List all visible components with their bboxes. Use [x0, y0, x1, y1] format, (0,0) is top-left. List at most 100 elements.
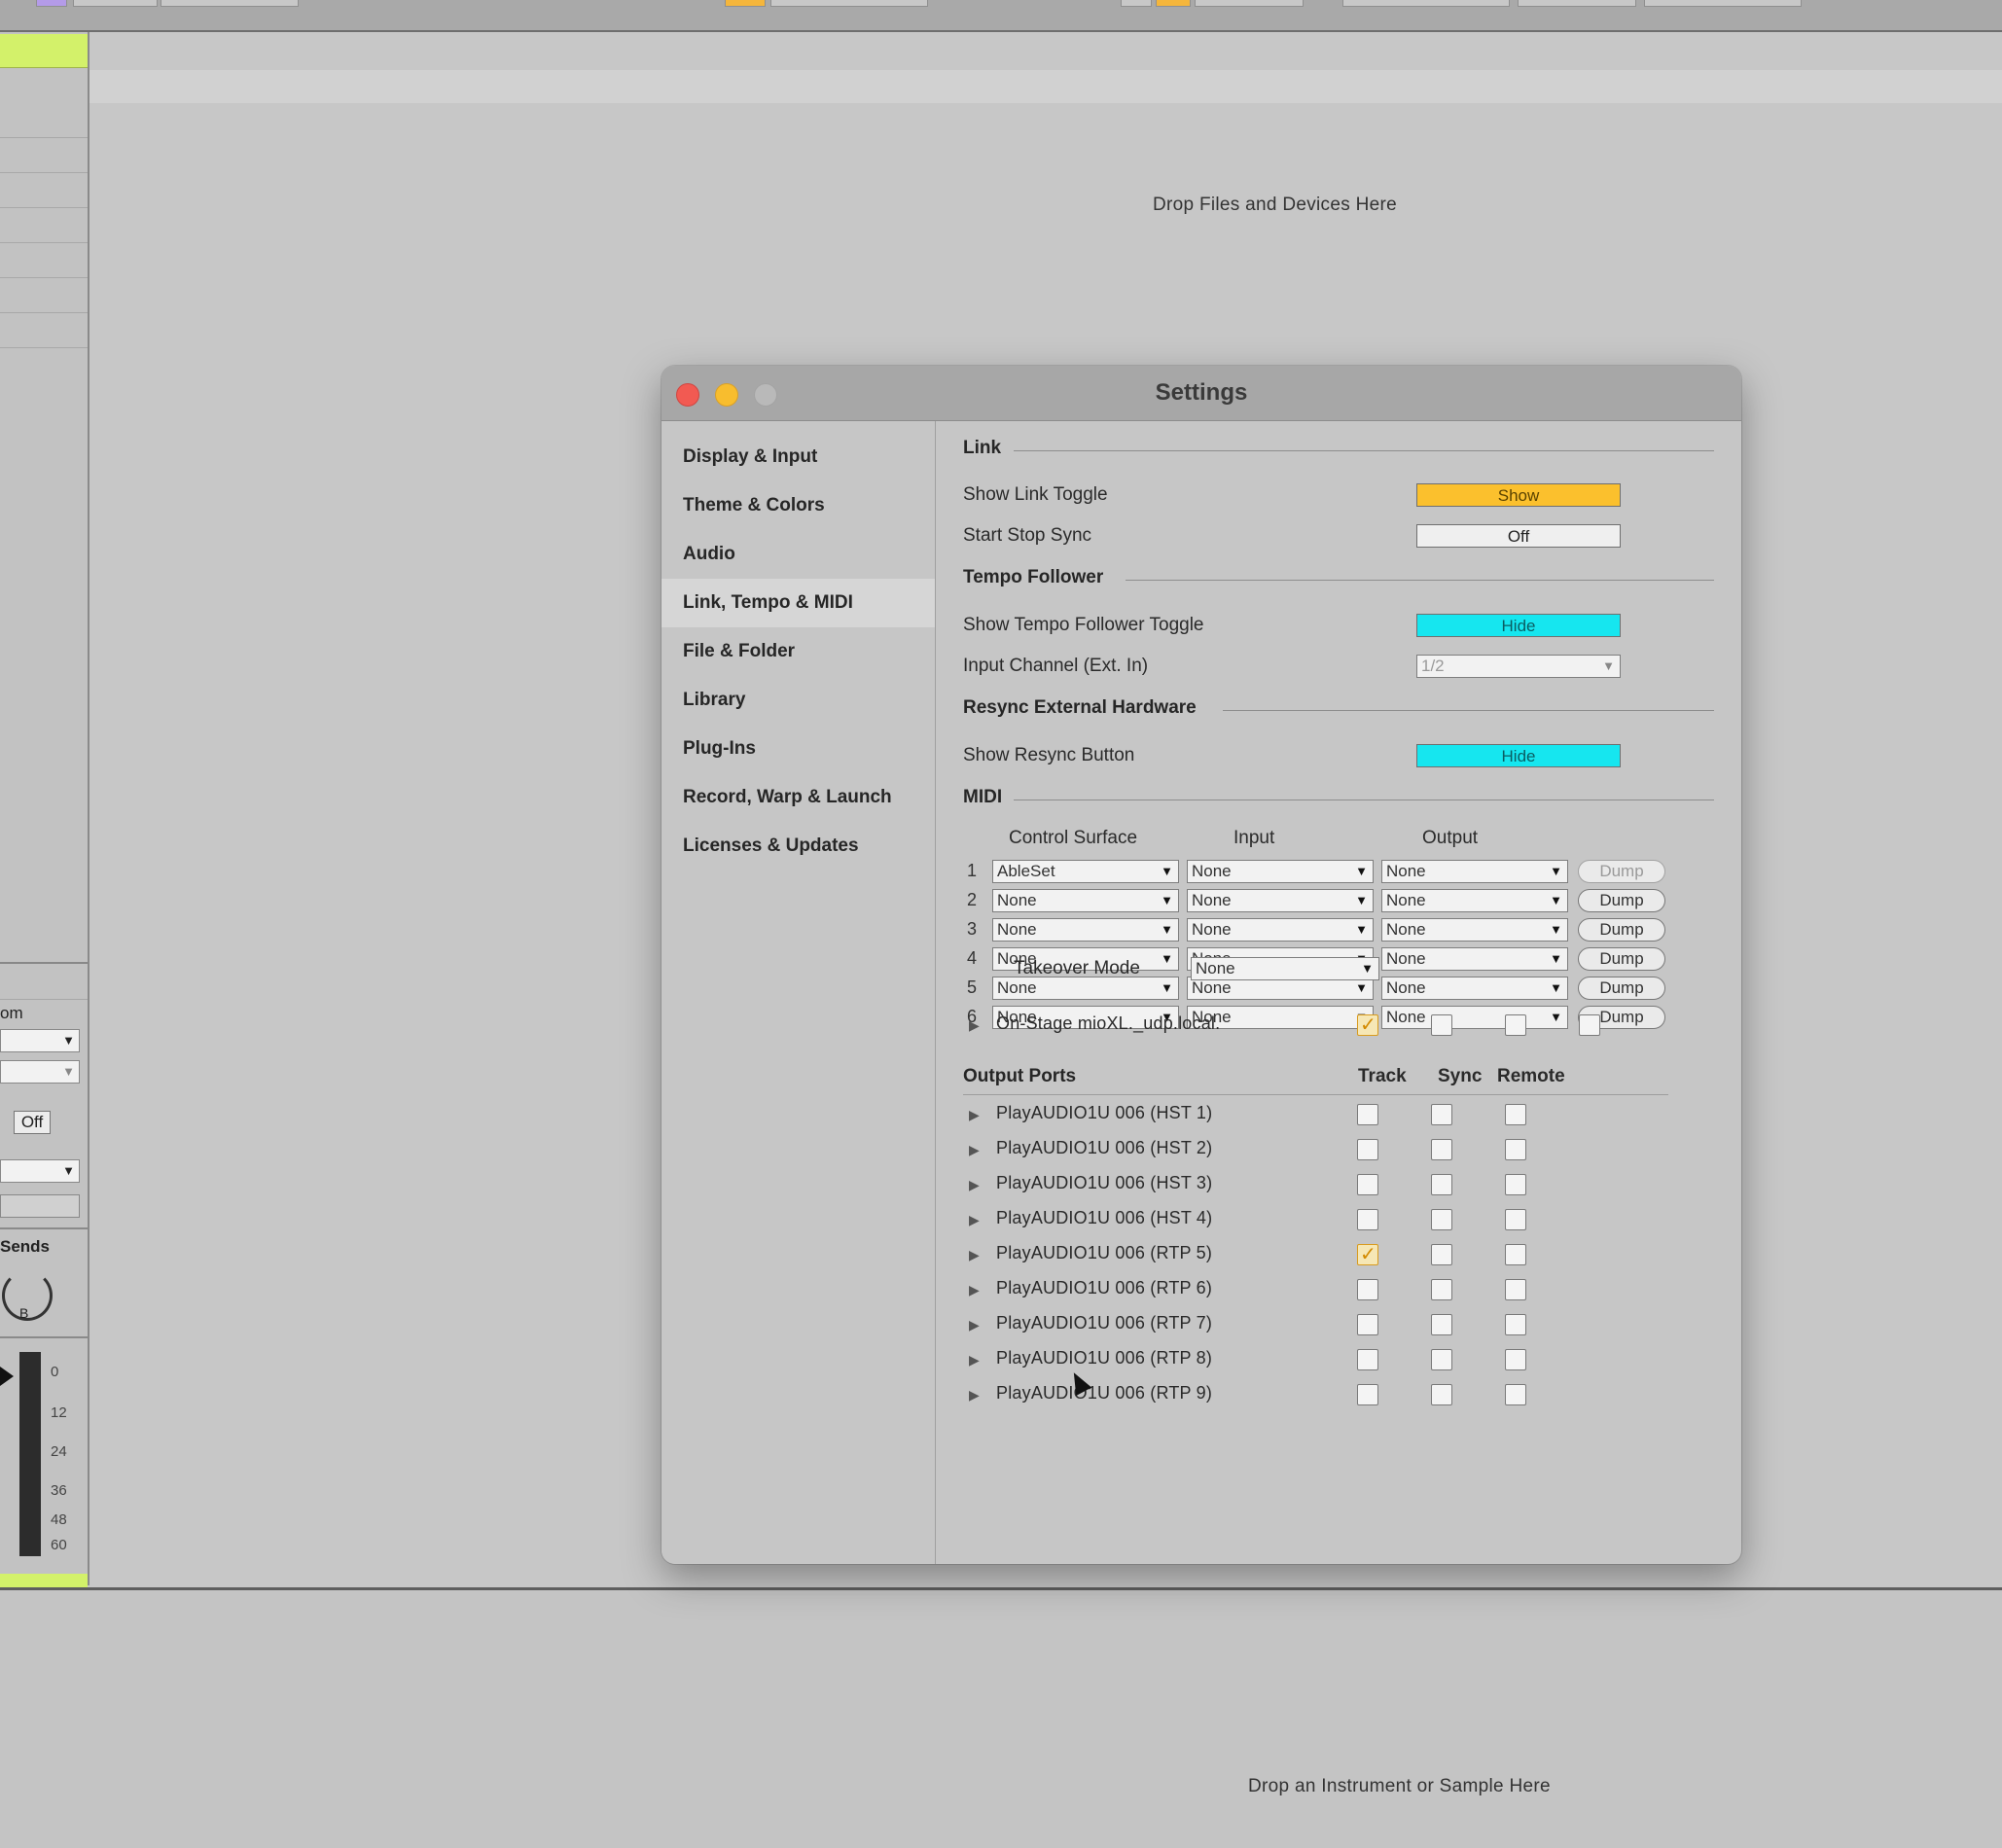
- output-port-sync-checkbox[interactable]: [1431, 1174, 1452, 1195]
- output-port-sync-checkbox[interactable]: [1431, 1279, 1452, 1300]
- expand-triangle-icon[interactable]: ▶: [969, 1387, 980, 1404]
- dump-button[interactable]: Dump: [1578, 889, 1665, 912]
- sidebar-item-record-warp-launch[interactable]: Record, Warp & Launch: [661, 773, 935, 822]
- output-port-track-checkbox[interactable]: [1357, 1209, 1378, 1230]
- expand-triangle-icon[interactable]: ▶: [969, 1107, 980, 1123]
- dump-button[interactable]: Dump: [1578, 977, 1665, 1000]
- track-row[interactable]: [0, 172, 88, 208]
- input-device-checkbox[interactable]: [1431, 1014, 1452, 1036]
- sidebar-item-link-tempo-midi[interactable]: Link, Tempo & MIDI: [661, 579, 935, 627]
- midi-output-select[interactable]: None ▼: [1381, 1006, 1568, 1029]
- dialog-titlebar[interactable]: Settings: [661, 366, 1741, 421]
- midi-control-surface-select[interactable]: None ▼: [992, 889, 1179, 912]
- level-meter[interactable]: [19, 1352, 41, 1556]
- track-row[interactable]: [0, 207, 88, 243]
- output-port-remote-checkbox[interactable]: [1505, 1244, 1526, 1265]
- track-row[interactable]: [0, 102, 88, 138]
- midi-output-select[interactable]: None ▼: [1381, 947, 1568, 971]
- mixer-dropdown[interactable]: ▼: [0, 1029, 80, 1052]
- output-port-sync-checkbox[interactable]: [1431, 1384, 1452, 1405]
- track-row[interactable]: [0, 962, 88, 1000]
- track-row[interactable]: [0, 137, 88, 173]
- dump-button[interactable]: Dump: [1578, 947, 1665, 971]
- top-bar-segment[interactable]: [1195, 0, 1304, 7]
- mixer-dropdown[interactable]: ▼: [0, 1159, 80, 1183]
- sidebar-item-theme-colors[interactable]: Theme & Colors: [661, 481, 935, 530]
- expand-triangle-icon[interactable]: ▶: [969, 1142, 980, 1158]
- output-port-track-checkbox[interactable]: [1357, 1279, 1378, 1300]
- output-port-remote-checkbox[interactable]: [1505, 1349, 1526, 1370]
- track-row[interactable]: [0, 312, 88, 348]
- mixer-dropdown[interactable]: ▼: [0, 1060, 80, 1084]
- midi-control-surface-select[interactable]: None ▼: [992, 977, 1179, 1000]
- output-port-track-checkbox[interactable]: [1357, 1349, 1378, 1370]
- sidebar-item-file-folder[interactable]: File & Folder: [661, 627, 935, 676]
- expand-triangle-icon[interactable]: ▶: [969, 1282, 980, 1298]
- top-bar-segment[interactable]: [770, 0, 928, 7]
- sidebar-item-library[interactable]: Library: [661, 676, 935, 725]
- output-port-sync-checkbox[interactable]: [1431, 1104, 1452, 1125]
- midi-output-select[interactable]: None ▼: [1381, 977, 1568, 1000]
- output-port-sync-checkbox[interactable]: [1431, 1349, 1452, 1370]
- top-bar-segment[interactable]: [73, 0, 158, 7]
- output-port-sync-checkbox[interactable]: [1431, 1314, 1452, 1335]
- output-port-remote-checkbox[interactable]: [1505, 1384, 1526, 1405]
- start-stop-sync-button[interactable]: Off: [1416, 524, 1621, 548]
- mixer-field[interactable]: [0, 1194, 80, 1218]
- sidebar-item-audio[interactable]: Audio: [661, 530, 935, 579]
- mixer-off-button[interactable]: Off: [14, 1111, 51, 1134]
- top-bar-segment[interactable]: [1644, 0, 1802, 7]
- output-port-track-checkbox[interactable]: [1357, 1174, 1378, 1195]
- show-link-toggle-button[interactable]: Show: [1416, 483, 1621, 507]
- midi-output-select[interactable]: None ▼: [1381, 889, 1568, 912]
- top-bar-segment[interactable]: [1156, 0, 1191, 7]
- track-row[interactable]: [0, 277, 88, 313]
- track-row[interactable]: [0, 242, 88, 278]
- output-port-track-checkbox[interactable]: [1357, 1242, 1378, 1266]
- show-tempo-follower-button[interactable]: Hide: [1416, 614, 1621, 637]
- midi-input-select[interactable]: None ▼: [1187, 889, 1374, 912]
- top-bar-segment[interactable]: [161, 0, 299, 7]
- sidebar-item-plug-ins[interactable]: Plug-Ins: [661, 725, 935, 773]
- output-port-track-checkbox[interactable]: [1357, 1314, 1378, 1335]
- dump-button[interactable]: Dump: [1578, 918, 1665, 942]
- output-port-track-checkbox[interactable]: [1357, 1104, 1378, 1125]
- top-bar-segment[interactable]: [725, 0, 766, 7]
- output-port-remote-checkbox[interactable]: [1505, 1209, 1526, 1230]
- output-port-sync-checkbox[interactable]: [1431, 1139, 1452, 1160]
- midi-output-select[interactable]: None ▼: [1381, 860, 1568, 883]
- output-port-remote-checkbox[interactable]: [1505, 1314, 1526, 1335]
- top-bar-segment[interactable]: [36, 0, 67, 7]
- expand-triangle-icon[interactable]: ▶: [969, 1247, 980, 1263]
- output-port-track-checkbox[interactable]: [1357, 1139, 1378, 1160]
- output-port-remote-checkbox[interactable]: [1505, 1104, 1526, 1125]
- clip-slot-green[interactable]: [0, 34, 88, 68]
- expand-triangle-icon[interactable]: ▶: [969, 1317, 980, 1333]
- clip-slot-green-bottom[interactable]: [0, 1574, 88, 1587]
- sidebar-item-display-input[interactable]: Display & Input: [661, 433, 935, 481]
- midi-output-select[interactable]: None ▼: [1381, 918, 1568, 942]
- output-port-remote-checkbox[interactable]: [1505, 1174, 1526, 1195]
- input-device-checkbox[interactable]: [1505, 1014, 1526, 1036]
- top-bar-segment[interactable]: [1342, 0, 1510, 7]
- output-port-remote-checkbox[interactable]: [1505, 1279, 1526, 1300]
- midi-input-select[interactable]: None ▼: [1187, 918, 1374, 942]
- input-device-checkbox[interactable]: [1357, 1013, 1378, 1037]
- play-triangle-icon[interactable]: [0, 1367, 14, 1386]
- output-port-sync-checkbox[interactable]: [1431, 1244, 1452, 1265]
- expand-triangle-icon[interactable]: ▶: [969, 1352, 980, 1368]
- expand-triangle-icon[interactable]: ▶: [969, 1212, 980, 1228]
- top-bar-segment[interactable]: [1518, 0, 1636, 7]
- input-channel-select[interactable]: 1/2 ▼: [1416, 655, 1621, 678]
- sidebar-item-licenses-updates[interactable]: Licenses & Updates: [661, 822, 935, 871]
- expand-triangle-icon[interactable]: ▶: [969, 1177, 980, 1193]
- midi-input-select[interactable]: None ▼: [1187, 860, 1374, 883]
- input-device-checkbox[interactable]: [1579, 1014, 1600, 1036]
- output-port-sync-checkbox[interactable]: [1431, 1209, 1452, 1230]
- takeover-mode-select[interactable]: None ▼: [1191, 957, 1379, 980]
- expand-triangle-icon[interactable]: ▶: [969, 1017, 980, 1034]
- show-resync-button[interactable]: Hide: [1416, 744, 1621, 767]
- midi-control-surface-select[interactable]: None ▼: [992, 918, 1179, 942]
- midi-control-surface-select[interactable]: AbleSet ▼: [992, 860, 1179, 883]
- dump-button[interactable]: Dump: [1578, 860, 1665, 883]
